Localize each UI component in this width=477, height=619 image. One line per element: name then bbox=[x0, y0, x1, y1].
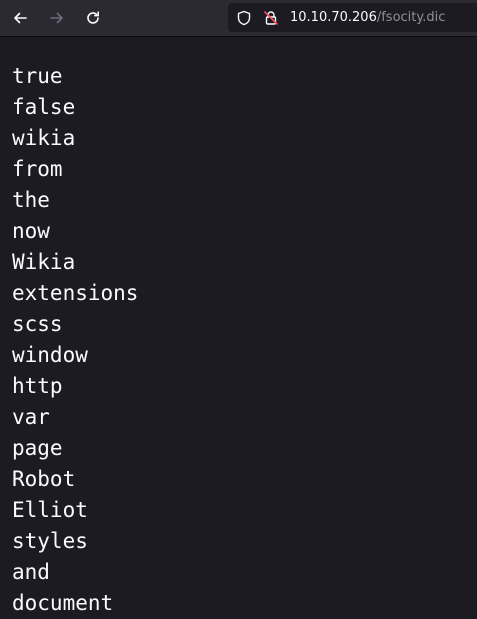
back-button[interactable] bbox=[7, 5, 33, 31]
text-line: document bbox=[12, 591, 114, 615]
url-host: 10.10.70.206 bbox=[290, 10, 377, 25]
text-line: true bbox=[12, 64, 63, 88]
text-line: extensions bbox=[12, 281, 139, 305]
text-line: wikia bbox=[12, 126, 76, 150]
text-line: var bbox=[12, 405, 50, 429]
reload-button[interactable] bbox=[80, 5, 106, 31]
arrow-left-icon bbox=[14, 12, 27, 24]
forward-button[interactable] bbox=[44, 5, 70, 31]
text-line: http bbox=[12, 374, 63, 398]
text-line: styles bbox=[12, 529, 88, 553]
text-line: from bbox=[12, 157, 63, 181]
plain-text-content: true false wikia from the now Wikia exte… bbox=[12, 61, 138, 619]
text-line: Elliot bbox=[12, 498, 88, 522]
text-line: the bbox=[12, 188, 50, 212]
text-line: page bbox=[12, 436, 63, 460]
text-line: scss bbox=[12, 312, 63, 336]
url-text[interactable]: 10.10.70.206/fsocity.dic bbox=[290, 9, 445, 26]
text-line: and bbox=[12, 560, 50, 584]
address-bar[interactable]: 10.10.70.206/fsocity.dic bbox=[228, 3, 477, 32]
text-line: Robot bbox=[12, 467, 76, 491]
text-line: false bbox=[12, 95, 76, 119]
reload-icon bbox=[87, 11, 99, 24]
text-line: window bbox=[12, 343, 88, 367]
shield-icon[interactable] bbox=[235, 9, 253, 27]
text-line: Wikia bbox=[12, 250, 76, 274]
arrow-right-icon bbox=[50, 12, 63, 24]
text-line: now bbox=[12, 219, 50, 243]
url-path: /fsocity.dic bbox=[376, 10, 446, 25]
insecure-lock-icon[interactable] bbox=[262, 9, 280, 27]
browser-toolbar: 10.10.70.206/fsocity.dic bbox=[0, 0, 477, 37]
